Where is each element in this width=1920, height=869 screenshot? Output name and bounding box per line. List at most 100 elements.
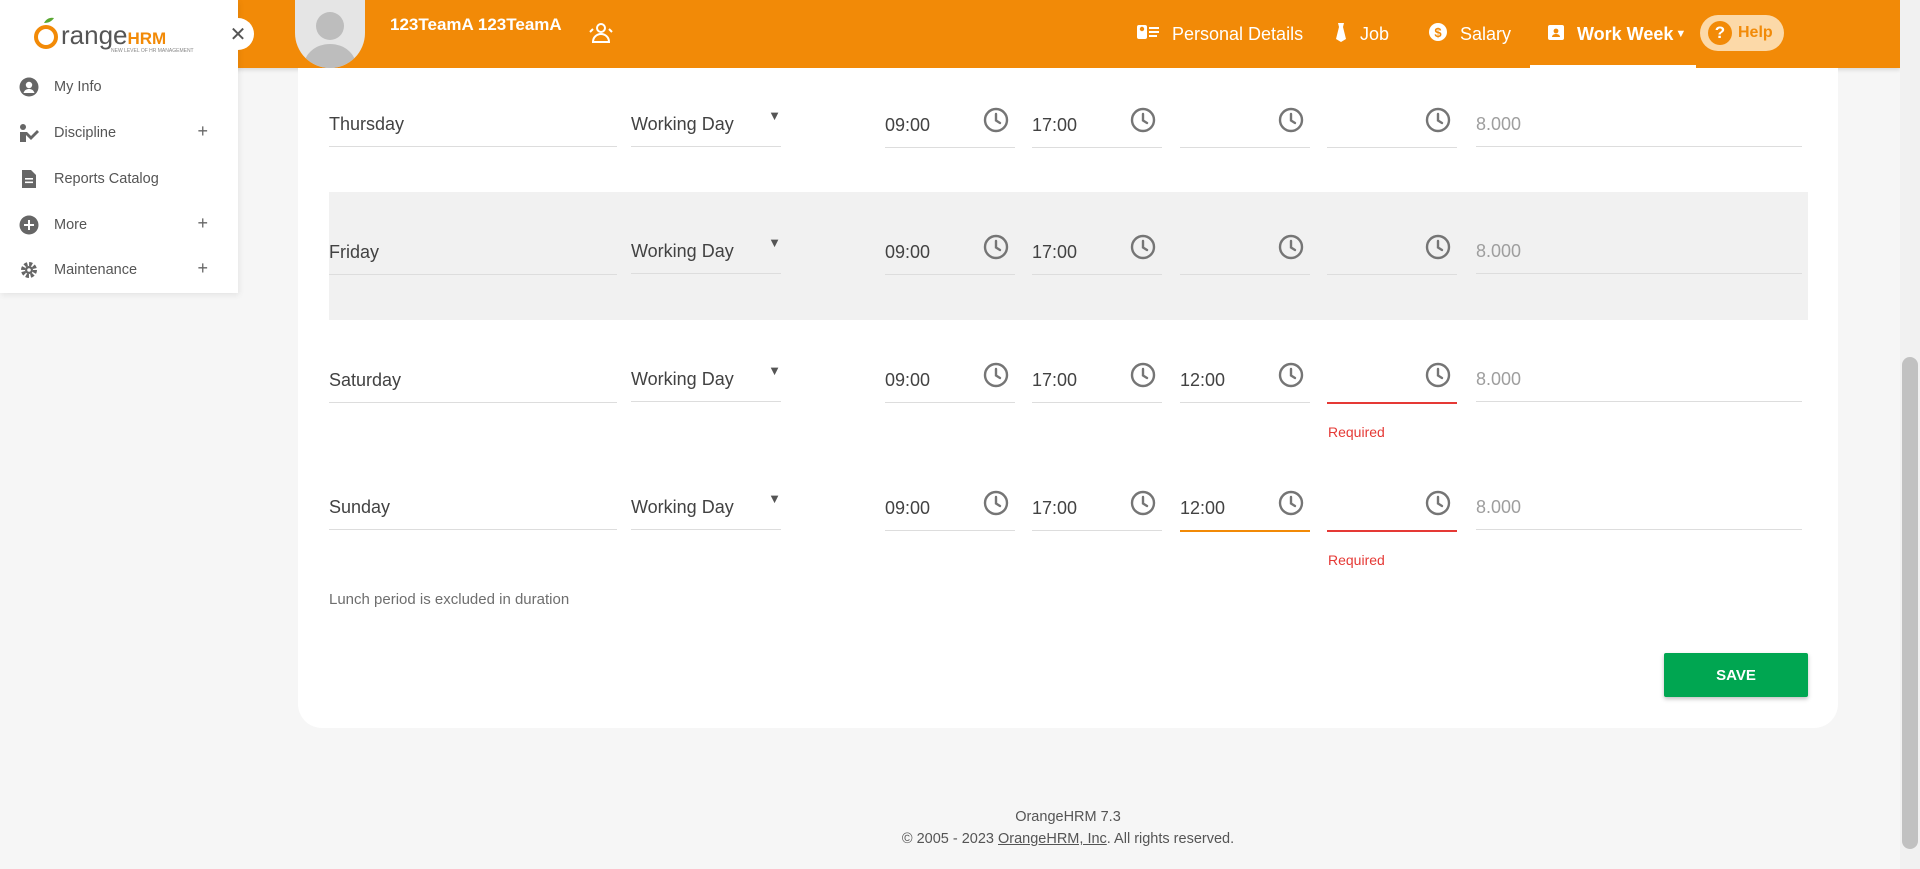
tab-work-week-label: Work Week (1577, 23, 1674, 44)
duration-field: 8.000 (1476, 94, 1802, 147)
day-type-select[interactable]: Working Day ▼ (631, 349, 781, 402)
personal-details-icon (1136, 22, 1160, 47)
lunch-start-input[interactable]: 12:00 (1180, 478, 1310, 532)
sidebar-item-reports-catalog[interactable]: Reports Catalog (18, 164, 208, 194)
footer-copyright: © 2005 - 2023 OrangeHRM, Inc. All rights… (0, 831, 1920, 847)
end-time-input[interactable]: 17:00 (1032, 95, 1162, 148)
clock-icon[interactable] (1425, 362, 1451, 393)
footer-version: OrangeHRM 7.3 (1015, 809, 1121, 825)
clock-icon[interactable] (1425, 234, 1451, 265)
day-name: Friday (329, 222, 617, 275)
lunch-start-input[interactable]: 12:00 (1180, 350, 1310, 403)
logo-text: rangeHRM (61, 20, 166, 50)
save-button[interactable]: SAVE (1664, 653, 1808, 697)
work-week-row-friday: Friday Working Day ▼ 09:00 17:00 8.000 (329, 192, 1808, 320)
required-error: Required (1328, 552, 1385, 568)
plus-circle-icon (18, 214, 40, 236)
day-type-select[interactable]: Working Day ▼ (631, 221, 781, 274)
sidebar-item-my-info[interactable]: My Info (18, 72, 208, 102)
close-menu-button[interactable]: ✕ (222, 18, 254, 50)
clock-icon[interactable] (1425, 490, 1451, 521)
orangehrm-logo: rangeHRM NEW LEVEL OF HR MANAGEMENT (33, 14, 208, 59)
lunch-end-input[interactable] (1327, 350, 1457, 404)
clock-icon[interactable] (983, 107, 1009, 138)
duration-field: 8.000 (1476, 221, 1802, 274)
clock-icon[interactable] (1130, 234, 1156, 265)
lunch-end-input[interactable] (1327, 95, 1457, 148)
lunch-end-input[interactable] (1327, 222, 1457, 275)
discipline-icon (18, 122, 40, 144)
user-icon (18, 76, 40, 98)
expand-plus-icon[interactable]: + (197, 258, 208, 279)
clock-icon[interactable] (1425, 107, 1451, 138)
lunch-end-input[interactable] (1327, 478, 1457, 532)
day-name: Thursday (329, 94, 617, 147)
dropdown-arrow-icon: ▼ (768, 491, 781, 506)
tab-job-label: Job (1360, 23, 1390, 44)
close-icon: ✕ (229, 23, 247, 46)
clock-icon[interactable] (1130, 490, 1156, 521)
end-time-input[interactable]: 17:00 (1032, 350, 1162, 403)
svg-text:$: $ (1434, 25, 1442, 40)
duration-field: 8.000 (1476, 349, 1802, 402)
work-week-icon (1547, 23, 1565, 46)
dropdown-arrow-icon: ▼ (768, 108, 781, 123)
sidebar-item-label: Maintenance (54, 262, 138, 278)
lunch-note: Lunch period is excluded in duration (329, 591, 570, 608)
end-time-input[interactable]: 17:00 (1032, 222, 1162, 275)
clock-icon[interactable] (983, 234, 1009, 265)
sidebar-item-label: My Info (54, 79, 102, 95)
clock-icon[interactable] (1130, 362, 1156, 393)
sidebar-item-label: Discipline (54, 125, 117, 141)
dropdown-arrow-icon: ▼ (768, 363, 781, 378)
end-time-input[interactable]: 17:00 (1032, 478, 1162, 531)
tab-personal-details-label: Personal Details (1172, 23, 1304, 44)
svg-text:NEW LEVEL OF HR MANAGEMENT: NEW LEVEL OF HR MANAGEMENT (111, 48, 194, 54)
document-icon (18, 168, 40, 190)
work-week-row-sunday: Sunday Working Day ▼ 09:00 17:00 12:00 8.… (329, 448, 1808, 576)
required-error: Required (1328, 424, 1385, 440)
copyright-prefix: © 2005 - 2023 (901, 831, 998, 847)
clock-icon[interactable] (983, 490, 1009, 521)
sidebar-item-label: More (54, 217, 88, 233)
job-icon (1334, 21, 1348, 48)
expand-plus-icon[interactable]: + (197, 121, 208, 142)
start-time-input[interactable]: 09:00 (885, 350, 1015, 403)
side-menu: rangeHRM NEW LEVEL OF HR MANAGEMENT My I… (0, 0, 238, 293)
work-week-row-thursday: Thursday Working Day ▼ 09:00 17:00 8.000 (329, 55, 1808, 183)
day-type-select[interactable]: Working Day ▼ (631, 94, 781, 147)
scrollbar-thumb[interactable] (1902, 357, 1918, 849)
clock-icon[interactable] (1278, 490, 1304, 521)
sidebar-item-label: Reports Catalog (54, 171, 159, 187)
switch-employee-icon[interactable] (588, 20, 614, 51)
help-icon: ? (1708, 21, 1732, 45)
work-week-row-saturday: Saturday Working Day ▼ 09:00 17:00 12:00 … (329, 320, 1808, 448)
gear-icon (18, 259, 40, 281)
sidebar-item-more[interactable]: More + (18, 210, 208, 240)
lunch-start-input[interactable] (1180, 222, 1310, 275)
chevron-down-icon: ▼ (1675, 28, 1687, 40)
start-time-input[interactable]: 09:00 (885, 222, 1015, 275)
company-link[interactable]: OrangeHRM, Inc (998, 831, 1107, 847)
day-name: Sunday (329, 477, 617, 530)
dropdown-arrow-icon: ▼ (768, 235, 781, 250)
duration-field: 8.000 (1476, 477, 1802, 530)
start-time-input[interactable]: 09:00 (885, 478, 1015, 531)
expand-plus-icon[interactable]: + (197, 213, 208, 234)
copyright-suffix: . All rights reserved. (1106, 831, 1235, 847)
salary-icon: $ (1428, 22, 1448, 47)
clock-icon[interactable] (1130, 107, 1156, 138)
help-label: Help (1738, 24, 1773, 41)
day-name: Saturday (329, 350, 617, 403)
clock-icon[interactable] (1278, 362, 1304, 393)
lunch-start-input[interactable] (1180, 95, 1310, 148)
sidebar-item-maintenance[interactable]: Maintenance + (18, 255, 208, 285)
clock-icon[interactable] (1278, 234, 1304, 265)
clock-icon[interactable] (1278, 107, 1304, 138)
start-time-input[interactable]: 09:00 (885, 95, 1015, 148)
sidebar-item-discipline[interactable]: Discipline + (18, 118, 208, 148)
day-type-select[interactable]: Working Day ▼ (631, 477, 781, 530)
tab-salary-label: Salary (1460, 23, 1512, 44)
clock-icon[interactable] (983, 362, 1009, 393)
help-button[interactable]: ? Help (1700, 15, 1784, 51)
